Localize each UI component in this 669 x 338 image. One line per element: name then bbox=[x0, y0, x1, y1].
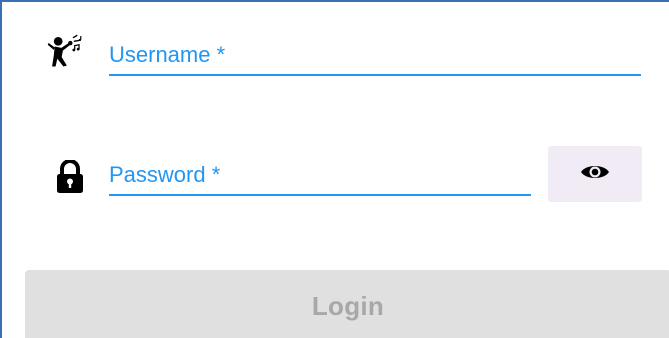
login-button-label: Login bbox=[311, 290, 385, 321]
singer-icon bbox=[46, 30, 86, 70]
username-field[interactable]: Username * bbox=[109, 32, 641, 76]
login-form: Username * Password * Login bbox=[0, 0, 669, 338]
password-input[interactable] bbox=[109, 152, 531, 194]
password-field[interactable]: Password * bbox=[109, 152, 531, 196]
lock-icon bbox=[50, 157, 90, 197]
password-visibility-toggle[interactable] bbox=[548, 146, 642, 202]
eye-icon bbox=[580, 162, 610, 187]
login-button[interactable]: Login bbox=[25, 270, 669, 338]
username-input[interactable] bbox=[109, 32, 641, 74]
